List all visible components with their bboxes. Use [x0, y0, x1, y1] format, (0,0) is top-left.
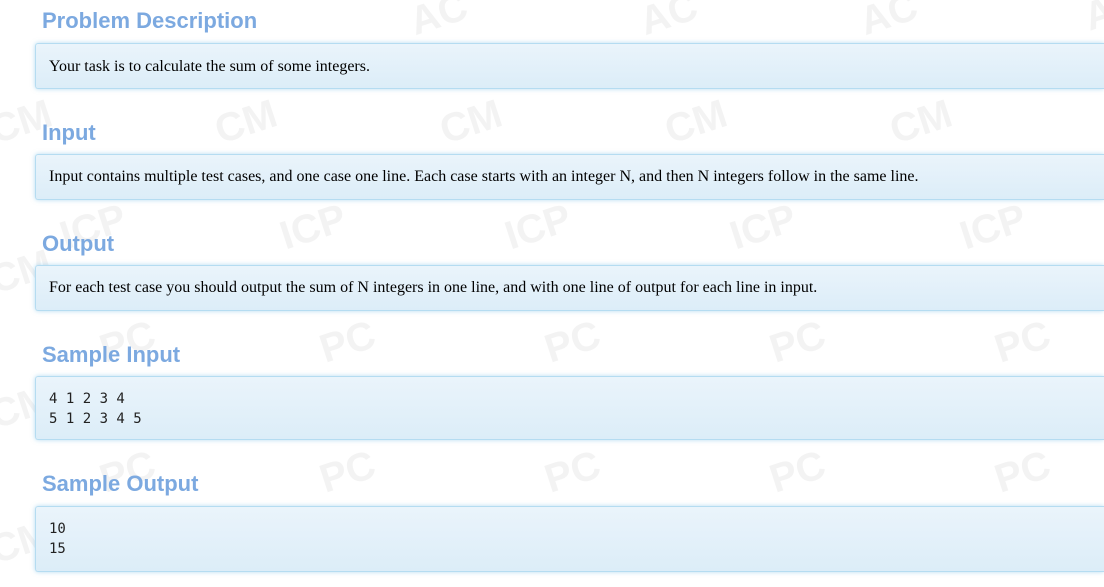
problem-description-text: Your task is to calculate the sum of som… — [49, 58, 370, 75]
section-title-sample-input: Sample Input — [42, 342, 181, 367]
section-title-sample-output: Sample Output — [42, 471, 199, 496]
section-title-problem-description: Problem Description — [42, 8, 258, 33]
sample-output-panel: 10 15 — [35, 506, 1104, 572]
problem-description-panel: Your task is to calculate the sum of som… — [35, 43, 1104, 89]
sample-input-panel: 4 1 2 3 4 5 1 2 3 4 5 — [35, 376, 1104, 440]
input-description-text: Input contains multiple test cases, and … — [49, 168, 919, 185]
section-title-output: Output — [42, 231, 115, 256]
output-description-text: For each test case you should output the… — [49, 279, 818, 296]
sample-input-code: 4 1 2 3 4 5 1 2 3 4 5 — [49, 391, 142, 427]
output-panel: For each test case you should output the… — [35, 265, 1104, 311]
section-title-input: Input — [42, 120, 96, 145]
input-panel: Input contains multiple test cases, and … — [35, 154, 1104, 200]
sample-output-code: 10 15 — [49, 521, 66, 557]
